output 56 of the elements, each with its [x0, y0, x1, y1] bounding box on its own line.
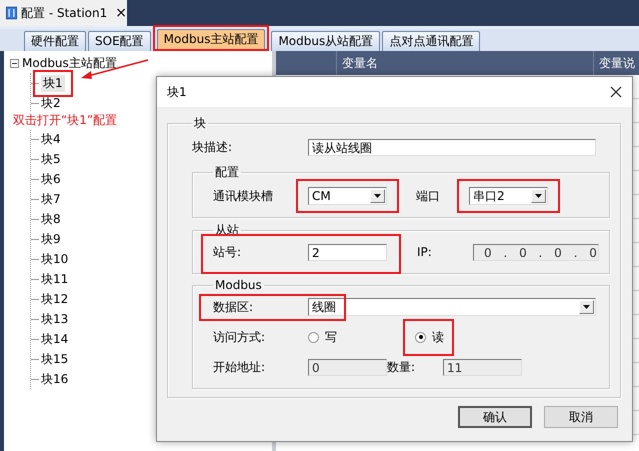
tab-title: 配置 - Station1 — [21, 4, 108, 22]
close-icon — [610, 86, 622, 98]
tab[interactable]: 硬件配置 — [24, 31, 86, 51]
field-label: 访问方式: — [213, 328, 266, 346]
close-button[interactable] — [610, 86, 622, 98]
tree-item[interactable]: 块4 — [39, 130, 63, 148]
field-label: 数据区: — [213, 298, 254, 316]
tree-item[interactable]: 块15 — [39, 350, 70, 368]
field-label: 块描述: — [192, 138, 234, 156]
annotation-text: 双击打开“块1”配置 — [13, 112, 118, 128]
input-field[interactable]: 2 — [308, 244, 387, 260]
input-field[interactable]: 读从站线圈 — [308, 138, 596, 156]
caret-icon — [583, 305, 590, 309]
column-header[interactable]: 变量名 — [337, 51, 594, 75]
tree-item[interactable]: 块6 — [39, 170, 63, 188]
tab[interactable]: Modbus主站配置 — [156, 29, 266, 49]
tab[interactable]: 点对点通讯配置 — [382, 31, 480, 51]
annotation-arrow — [80, 58, 150, 82]
tree-item[interactable]: 块7 — [39, 190, 63, 208]
caret-icon — [374, 194, 381, 198]
tree-item[interactable]: 块10 — [39, 250, 70, 268]
tree-item[interactable]: 块5 — [39, 150, 63, 168]
group-title: 块 — [193, 115, 207, 132]
field-label: IP: — [416, 245, 433, 259]
tree-item[interactable]: 块2 — [39, 94, 63, 112]
tab[interactable]: Modbus从站配置 — [271, 31, 380, 51]
dropdown[interactable]: CM — [308, 187, 387, 205]
window-icon — [6, 5, 17, 21]
dropdown[interactable]: 线圈 — [308, 298, 596, 316]
column-header[interactable]: 变量说 — [594, 51, 635, 75]
tree-item[interactable]: 块13 — [39, 310, 70, 328]
dialog-button[interactable]: 取消 — [544, 406, 618, 428]
field-label: 开始地址: — [213, 358, 266, 376]
caret-icon — [535, 194, 542, 198]
tree-item[interactable]: 块16 — [39, 370, 70, 388]
tree-item[interactable]: 块12 — [39, 290, 70, 308]
group-title: Modbus — [214, 278, 263, 292]
tree-item[interactable]: Modbus主站配置 — [22, 54, 117, 72]
radio-button[interactable]: 写 — [308, 328, 415, 346]
field-label: 通讯模块槽 — [213, 188, 274, 204]
radio-button[interactable]: 读 — [415, 328, 444, 346]
document-tab[interactable]: 配置 - Station1 × — [0, 0, 127, 26]
dialog-title: 块1 — [167, 84, 187, 100]
tree-item[interactable]: 块9 — [39, 230, 63, 248]
field-label: 站号: — [213, 244, 242, 260]
group-title: 配置 — [214, 164, 240, 181]
field-label: 端口 — [415, 188, 441, 204]
field-label: 数量: — [387, 358, 416, 376]
dialog-button[interactable]: 确认 — [458, 406, 532, 428]
tab[interactable]: SOE配置 — [88, 31, 151, 51]
tree-item[interactable]: 块8 — [39, 210, 63, 228]
tree-item[interactable]: 块11 — [39, 270, 70, 288]
tree-item[interactable]: 块14 — [39, 330, 70, 348]
close-button[interactable]: × — [115, 5, 127, 21]
dropdown[interactable]: 串口2 — [469, 187, 548, 205]
tree-item[interactable]: 块1 — [41, 74, 65, 92]
